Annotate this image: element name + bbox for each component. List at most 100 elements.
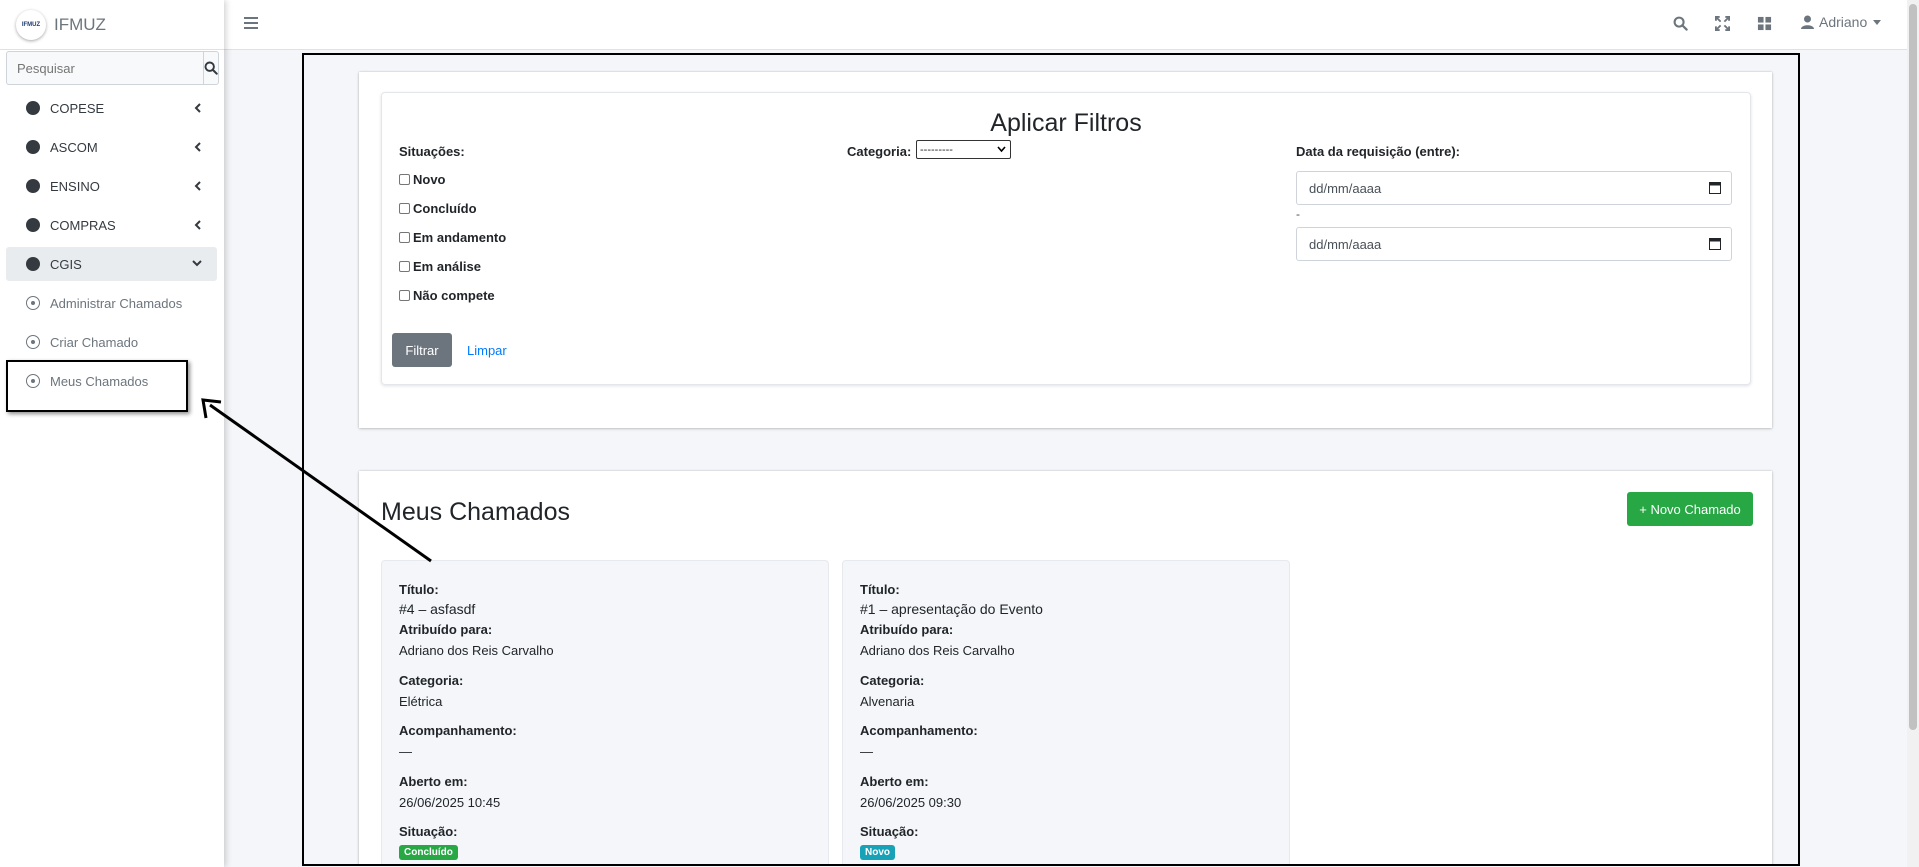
calendar-icon[interactable] xyxy=(1709,237,1721,250)
sidebar-item-label: COMPRAS xyxy=(50,217,116,233)
grid-icon[interactable] xyxy=(1757,16,1772,31)
ticket-opened-label: Aberto em: xyxy=(399,774,468,789)
tickets-card: Meus Chamados + Novo Chamado Título: #4 … xyxy=(359,471,1772,864)
sidebar-item-cgis[interactable]: CGIS xyxy=(6,247,217,281)
sidebar-subitem-label: Administrar Chamados xyxy=(50,295,183,311)
checkbox-label: Em andamento xyxy=(413,230,507,245)
checkbox[interactable] xyxy=(399,261,410,272)
filter-card: Aplicar Filtros Situações: Novo Concluíd… xyxy=(359,72,1772,428)
scrollbar-thumb[interactable] xyxy=(1909,4,1917,730)
dot-circle-icon xyxy=(26,335,40,349)
checkbox[interactable] xyxy=(399,174,410,185)
checkbox-novo[interactable]: Novo xyxy=(399,172,446,187)
user-icon xyxy=(1801,15,1814,29)
annotation-highlight-box xyxy=(6,360,188,412)
ticket-followup: — xyxy=(399,744,412,759)
filter-title: Aplicar Filtros xyxy=(990,109,1142,137)
ticket-title-label: Título: xyxy=(399,582,439,597)
ticket-assigned: Adriano dos Reis Carvalho xyxy=(860,643,1015,658)
user-menu[interactable]: Adriano xyxy=(1801,14,1882,30)
filtrar-button[interactable]: Filtrar xyxy=(392,333,452,367)
circle-icon xyxy=(26,218,40,232)
sidebar-item-label: ENSINO xyxy=(50,178,100,194)
circle-icon xyxy=(26,257,40,271)
date-placeholder: dd/mm/aaaa xyxy=(1309,236,1382,252)
sidebar-item-copese[interactable]: COPESE xyxy=(6,91,217,125)
calendar-icon[interactable] xyxy=(1709,181,1721,194)
caret-down-icon xyxy=(1873,19,1882,25)
chevron-left-icon xyxy=(194,181,201,191)
ticket-followup-label: Acompanhamento: xyxy=(399,723,517,738)
ticket-assigned: Adriano dos Reis Carvalho xyxy=(399,643,554,658)
sidebar-search xyxy=(6,51,219,85)
ticket-card[interactable]: Título: #1 – apresentação do Evento Atri… xyxy=(842,560,1290,864)
categoria-label: Categoria: xyxy=(847,144,912,159)
ticket-category: Alvenaria xyxy=(860,694,915,709)
checkbox-em-andamento[interactable]: Em andamento xyxy=(399,230,506,245)
data-requisicao-label: Data da requisição (entre): xyxy=(1296,144,1460,159)
ticket-category-label: Categoria: xyxy=(860,673,925,688)
expand-icon[interactable] xyxy=(1715,16,1730,31)
date-end-input[interactable]: dd/mm/aaaa xyxy=(1296,227,1732,261)
circle-icon xyxy=(26,179,40,193)
sidebar-item-compras[interactable]: COMPRAS xyxy=(6,208,217,242)
sidebar-subitem-administrar-chamados[interactable]: Administrar Chamados xyxy=(6,286,217,320)
checkbox[interactable] xyxy=(399,203,410,214)
brand-name: IFMUZ xyxy=(54,14,106,34)
ticket-status-label: Situação: xyxy=(399,824,458,839)
search-button[interactable] xyxy=(203,51,219,85)
brand[interactable]: IFMUZ IFMUZ xyxy=(0,0,224,50)
checkbox-nao-compete[interactable]: Não compete xyxy=(399,288,495,303)
checkbox-concluido[interactable]: Concluído xyxy=(399,201,477,216)
chevron-left-icon xyxy=(194,220,201,230)
ticket-category: Elétrica xyxy=(399,694,443,709)
content-frame: Aplicar Filtros Situações: Novo Concluíd… xyxy=(302,53,1800,866)
sidebar-item-ensino[interactable]: ENSINO xyxy=(6,169,217,203)
status-badge: Novo xyxy=(860,845,895,860)
categoria-select[interactable]: --------- xyxy=(916,140,1011,159)
brand-logo: IFMUZ xyxy=(16,9,46,40)
sidebar-item-ascom[interactable]: ASCOM xyxy=(6,130,217,164)
ticket-opened: 26/06/2025 10:45 xyxy=(399,795,501,810)
search-icon[interactable] xyxy=(1673,16,1688,31)
chevron-left-icon xyxy=(194,103,201,113)
ticket-category-label: Categoria: xyxy=(399,673,464,688)
checkbox-em-analise[interactable]: Em análise xyxy=(399,259,481,274)
page-title: Meus Chamados xyxy=(381,498,570,526)
user-name: Adriano xyxy=(1819,14,1868,30)
dot-circle-icon xyxy=(26,296,40,310)
date-placeholder: dd/mm/aaaa xyxy=(1309,180,1382,196)
page-scrollbar[interactable] xyxy=(1907,0,1919,867)
topbar: Adriano xyxy=(224,0,1909,50)
ticket-title: #1 – apresentação do Evento xyxy=(860,601,1043,617)
checkbox[interactable] xyxy=(399,290,410,301)
sidebar-item-label: ASCOM xyxy=(50,139,98,155)
ticket-followup: — xyxy=(860,744,873,759)
chevron-down-icon xyxy=(997,146,1006,153)
ticket-followup-label: Acompanhamento: xyxy=(860,723,978,738)
sidebar-item-label: CGIS xyxy=(50,256,82,272)
ticket-assigned-label: Atribuído para: xyxy=(399,622,493,637)
checkbox[interactable] xyxy=(399,232,410,243)
sidebar: IFMUZ IFMUZ COPESE ASCOM ENSINO COMPRAS xyxy=(0,0,224,867)
ticket-card[interactable]: Título: #4 – asfasdf Atribuído para: Adr… xyxy=(381,560,829,864)
status-badge: Concluído xyxy=(399,845,458,860)
sidebar-subitem-criar-chamado[interactable]: Criar Chamado xyxy=(6,325,217,359)
filter-form: Aplicar Filtros Situações: Novo Concluíd… xyxy=(381,92,1751,385)
checkbox-label: Não compete xyxy=(413,288,495,303)
circle-icon xyxy=(26,101,40,115)
checkbox-label: Novo xyxy=(413,172,446,187)
ticket-opened-label: Aberto em: xyxy=(860,774,929,789)
chevron-left-icon xyxy=(194,142,201,152)
circle-icon xyxy=(26,140,40,154)
search-input[interactable] xyxy=(6,51,203,85)
checkbox-label: Em análise xyxy=(413,259,481,274)
new-ticket-button[interactable]: + Novo Chamado xyxy=(1627,492,1753,526)
date-start-input[interactable]: dd/mm/aaaa xyxy=(1296,171,1732,205)
hamburger-icon[interactable] xyxy=(244,16,258,30)
limpar-link[interactable]: Limpar xyxy=(467,343,507,358)
ticket-opened: 26/06/2025 09:30 xyxy=(860,795,962,810)
date-separator: - xyxy=(1296,207,1300,221)
ticket-status-label: Situação: xyxy=(860,824,919,839)
ticket-assigned-label: Atribuído para: xyxy=(860,622,954,637)
